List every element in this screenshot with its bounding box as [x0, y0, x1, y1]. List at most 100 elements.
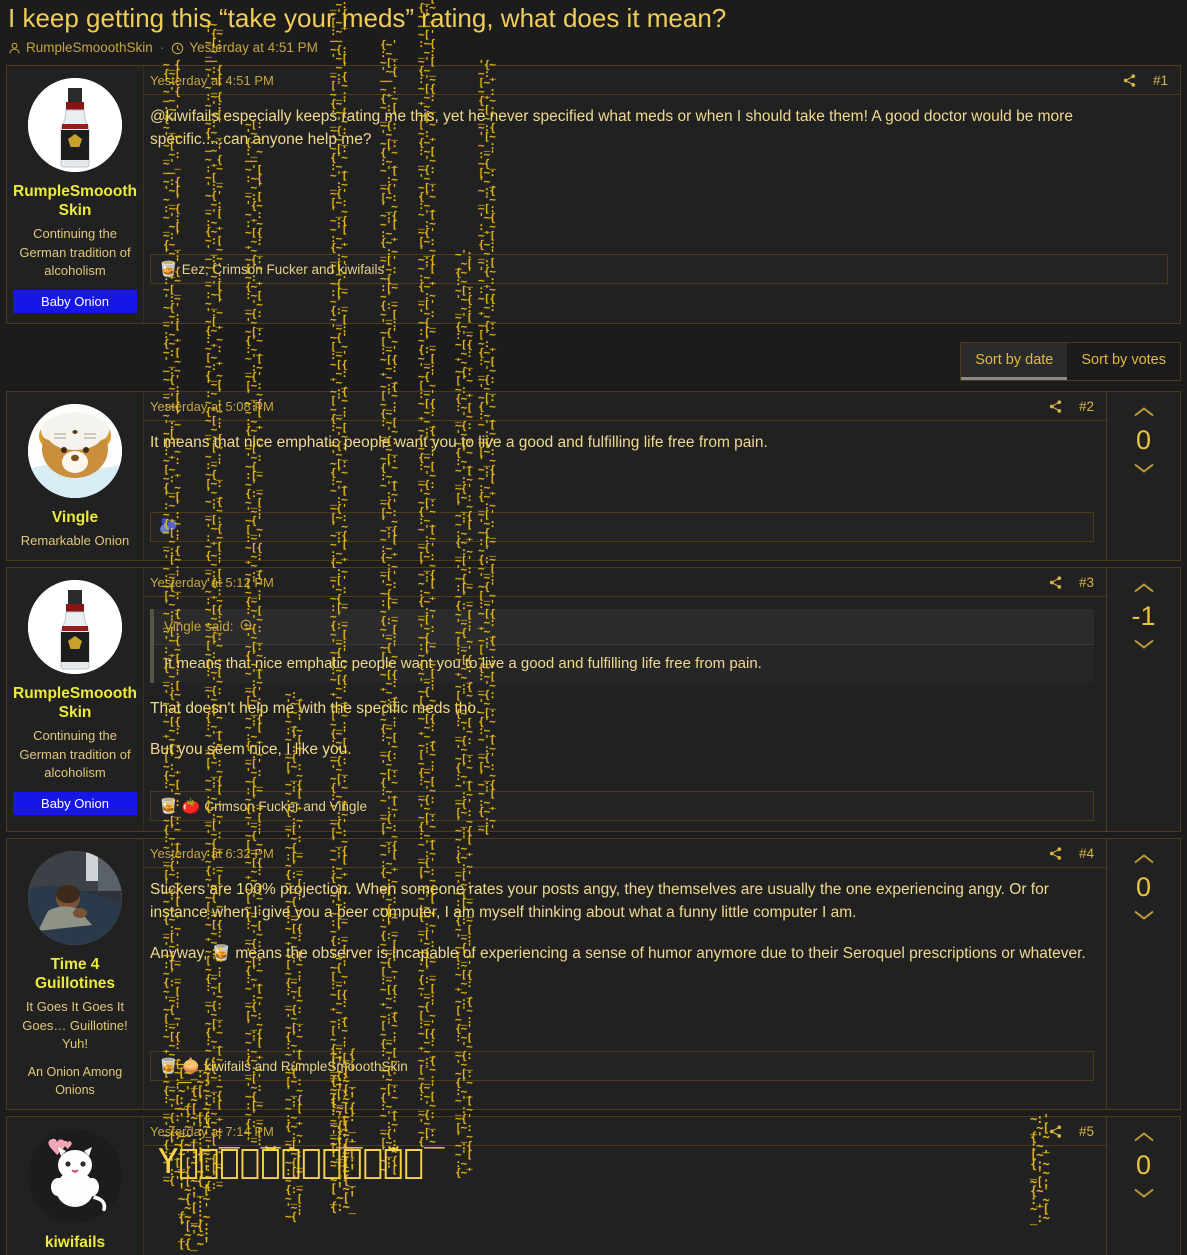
post-1-user-badge[interactable]: Baby Onion — [13, 289, 137, 313]
post-3-vote-score: -1 — [1131, 601, 1156, 631]
post-3-body: Vingle said: It means that nice emphatic… — [144, 597, 1106, 769]
post-4-username[interactable]: Time 4 Guillotines — [13, 955, 137, 993]
post-3-reaction-text[interactable]: Crimson Fucker and Vingle — [204, 799, 367, 814]
post-2-number[interactable]: #2 — [1079, 399, 1094, 414]
post-2-user-column: Vingle Remarkable Onion — [7, 391, 144, 560]
post-4-reaction-text[interactable]: kiwifails and RumpleSmooothSkin — [204, 1059, 407, 1074]
post-4: Time 4 Guillotines It Goes It Goes It Go… — [6, 838, 1181, 1110]
thread-timestamp[interactable]: Yesterday at 4:51 PM — [189, 40, 318, 55]
post-2-vote-column: 0 — [1106, 391, 1180, 560]
post-2-reactions[interactable]: 🫐 — [150, 511, 1094, 542]
upvote-icon[interactable] — [1131, 1129, 1157, 1145]
share-icon[interactable] — [1048, 846, 1063, 861]
post-1-username[interactable]: RumpleSmooothSkin — [13, 182, 137, 220]
share-icon[interactable] — [1048, 399, 1063, 414]
post-5-number[interactable]: #5 — [1079, 1124, 1094, 1139]
post-1-content: Yesterday at 4:51 PM #1 @kiwifails espec… — [144, 66, 1180, 323]
sort-by-votes-tab[interactable]: Sort by votes — [1067, 343, 1180, 380]
meta-separator: · — [159, 40, 165, 55]
thread-author[interactable]: RumpleSmooothSkin — [26, 40, 153, 55]
downvote-icon[interactable] — [1131, 636, 1157, 652]
post-3-date[interactable]: Yesterday at 5:12 PM — [150, 575, 274, 590]
avatar[interactable] — [28, 851, 122, 945]
upvote-icon[interactable] — [1131, 404, 1157, 420]
post-2-date[interactable]: Yesterday at 5:08 PM — [150, 399, 274, 414]
share-icon[interactable] — [1122, 73, 1137, 88]
post-1-user-title: Continuing the German tradition of alcoh… — [19, 226, 131, 278]
post-3: IMPORTED RumpleSmooothSkin Continuing th… — [6, 567, 1181, 832]
post-1-user-column: IMPORTED RumpleSmooothSkin Continuing th… — [7, 66, 144, 323]
post-4-paragraph-2: Anyway, 🥃 means the observer is incapabl… — [150, 945, 1086, 962]
reaction-emoji: 🥃 — [159, 797, 178, 815]
post-4-user-title: It Goes It Goes It Goes… Guillotine! Yuh… — [22, 999, 128, 1051]
user-icon — [8, 42, 21, 55]
downvote-icon[interactable] — [1131, 1185, 1157, 1201]
post-3-paragraph-2: But you seem nice, I like you. — [150, 741, 352, 758]
upvote-icon[interactable] — [1131, 851, 1157, 867]
post-1-paragraph: @kiwifails especially keeps rating me th… — [150, 108, 1073, 148]
post-5: kiwifails Meow Yesterday at 7:14 PM #5 — [6, 1115, 1181, 1255]
reaction-emoji: 🥃 — [159, 1057, 178, 1075]
downvote-icon[interactable] — [1131, 907, 1157, 923]
svg-text:IMPORTED: IMPORTED — [62, 161, 88, 167]
sort-tabs: Sort by date Sort by votes — [960, 341, 1181, 381]
reaction-emoji: 🫐 — [159, 518, 178, 535]
post-1-number[interactable]: #1 — [1153, 73, 1168, 88]
post-5-vote-column: 0 — [1106, 1116, 1180, 1255]
post-3-user-badge[interactable]: Baby Onion — [13, 791, 137, 815]
quote-author-label: Vingle said: — [164, 619, 234, 634]
quote-text: It means that nice emphatic people want … — [164, 655, 762, 672]
post-3-reactions[interactable]: 🥃 🍅 Crimson Fucker and Vingle — [150, 791, 1094, 821]
post-4-number[interactable]: #4 — [1079, 846, 1094, 861]
post-4-content: Yesterday at 6:32 PM #4 Stickers are 100… — [144, 839, 1106, 1109]
post-4-vote-score: 0 — [1135, 872, 1152, 902]
post-1: IMPORTED RumpleSmooothSkin Continuing th… — [6, 65, 1181, 324]
post-4-header: Yesterday at 6:32 PM #4 — [144, 839, 1106, 868]
post-3-user-title: Continuing the German tradition of alcoh… — [19, 728, 131, 780]
post-2-username[interactable]: Vingle — [13, 508, 137, 527]
avatar[interactable]: IMPORTED — [28, 580, 122, 674]
post-5-body — [144, 1146, 1106, 1164]
downvote-icon[interactable] — [1131, 460, 1157, 476]
post-1-reaction-text[interactable]: Eez, Crimson Fucker and kiwifails — [182, 262, 385, 277]
post-5-date[interactable]: Yesterday at 7:14 PM — [150, 1124, 274, 1139]
post-3-number[interactable]: #3 — [1079, 575, 1094, 590]
post-4-user-column: Time 4 Guillotines It Goes It Goes It Go… — [7, 839, 144, 1109]
post-3-username[interactable]: RumpleSmooothSkin — [13, 684, 137, 722]
sort-by-date-tab[interactable]: Sort by date — [961, 342, 1068, 380]
sort-bar: Sort by date Sort by votes — [0, 330, 1187, 391]
share-icon[interactable] — [1048, 575, 1063, 590]
share-icon[interactable] — [1048, 1124, 1063, 1139]
post-1-body: @kiwifails especially keeps rating me th… — [144, 95, 1180, 159]
post-4-date[interactable]: Yesterday at 6:32 PM — [150, 846, 274, 861]
post-3-content: Yesterday at 5:12 PM #3 Vingle said: It … — [144, 568, 1106, 831]
post-2-body: It means that nice emphatic people want … — [144, 421, 1106, 462]
post-5-content: Yesterday at 7:14 PM #5 — [144, 1117, 1106, 1255]
avatar[interactable] — [28, 403, 122, 498]
post-1-date[interactable]: Yesterday at 4:51 PM — [150, 73, 274, 88]
post-3-header: Yesterday at 5:12 PM #3 — [144, 568, 1106, 597]
reaction-emoji: 🧅 — [181, 1057, 201, 1075]
quote-link-icon[interactable] — [240, 615, 252, 638]
post-4-paragraph-1: Stickers are 100% projection. When someo… — [150, 881, 1049, 921]
post-2-header: Yesterday at 5:08 PM #2 — [144, 392, 1106, 421]
reaction-emoji: 🍅 — [181, 797, 201, 815]
thread-page: I keep getting this “take your meds” rat… — [0, 0, 1187, 1255]
post-2-paragraph: It means that nice emphatic people want … — [150, 433, 768, 451]
quote-block: Vingle said: It means that nice emphatic… — [150, 609, 1094, 683]
upvote-icon[interactable] — [1131, 580, 1157, 596]
post-4-user-rank: An Onion Among Onions — [27, 1064, 123, 1097]
post-5-username[interactable]: kiwifails — [13, 1233, 137, 1252]
post-4-reactions[interactable]: 🥃 🧅 kiwifails and RumpleSmooothSkin — [150, 1051, 1094, 1081]
post-4-body: Stickers are 100% projection. When someo… — [144, 868, 1106, 973]
avatar[interactable] — [28, 1128, 122, 1223]
post-5-header: Yesterday at 7:14 PM #5 — [144, 1117, 1106, 1146]
post-1-reactions[interactable]: 🥃 Eez, Crimson Fucker and kiwifails — [150, 254, 1168, 284]
thread-header: I keep getting this “take your meds” rat… — [0, 0, 1187, 61]
thread-meta: RumpleSmooothSkin · Yesterday at 4:51 PM — [8, 40, 1179, 55]
post-5-user-column: kiwifails Meow — [7, 1116, 144, 1255]
quote-attribution[interactable]: Vingle said: — [154, 609, 1094, 645]
post-3-vote-column: -1 — [1106, 568, 1180, 831]
avatar[interactable]: IMPORTED — [28, 78, 122, 172]
post-5-vote-score: 0 — [1135, 1149, 1152, 1180]
